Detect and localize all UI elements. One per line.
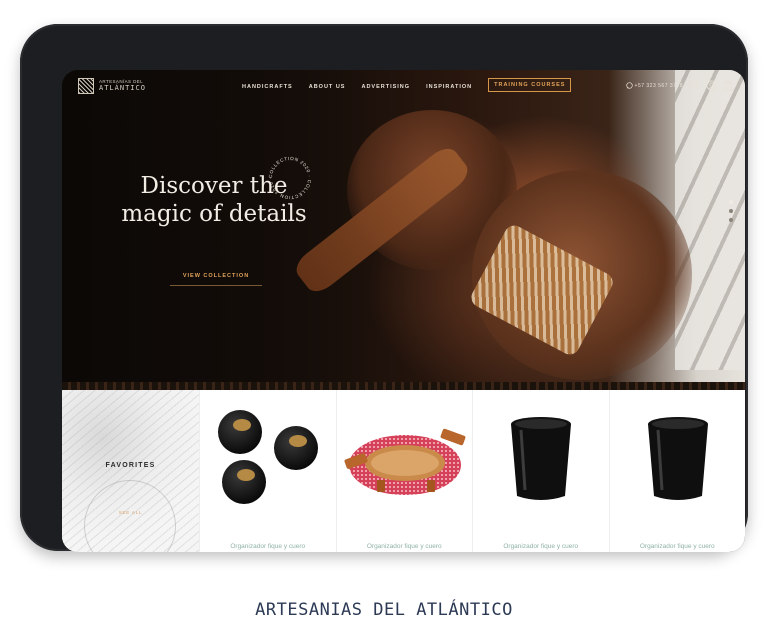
product-card-2[interactable]: Organizador fique y cuero	[335, 390, 473, 552]
whatsapp-contact[interactable]: +57 323 567 3718	[625, 82, 683, 89]
logo-text: ARTESANÍAS DEL ATLÁNTICO	[99, 79, 146, 93]
hero-banner: ARTESANÍAS DEL ATLÁNTICO HANDICRAFTS ABO…	[62, 70, 745, 390]
hero-cloth-background	[675, 70, 745, 370]
see-all-link[interactable]: SEE ALL	[62, 510, 199, 515]
logo-line-2: ATLÁNTICO	[99, 84, 146, 93]
favorites-card[interactable]: FAVORITES SEE ALL	[62, 390, 199, 552]
product-image-black-spheres	[218, 410, 318, 504]
website-screen: ARTESANÍAS DEL ATLÁNTICO HANDICRAFTS ABO…	[62, 70, 745, 552]
collection-badge-text: COLLECTION 2020 · COLLECTION 2020 ·	[268, 156, 311, 200]
user-icon[interactable]	[706, 80, 717, 91]
brand-logo[interactable]: ARTESANÍAS DEL ATLÁNTICO	[78, 78, 146, 94]
slider-dot-2[interactable]	[729, 209, 733, 213]
product-card-3[interactable]: Organizador fique y cuero	[472, 390, 609, 552]
tablet-frame: ARTESANÍAS DEL ATLÁNTICO HANDICRAFTS ABO…	[20, 24, 748, 552]
menu-item-handicrafts[interactable]: HANDICRAFTS	[242, 84, 293, 90]
nav-utilities: +57 323 567 3718	[625, 80, 733, 91]
top-navigation: ARTESANÍAS DEL ATLÁNTICO HANDICRAFTS ABO…	[62, 70, 745, 106]
logo-mark-icon	[78, 78, 94, 94]
product-name: Organizador fique y cuero	[230, 543, 306, 550]
view-collection-button[interactable]: VIEW COLLECTION	[170, 270, 262, 286]
product-name: Organizador fique y cuero	[366, 543, 442, 550]
menu-item-advertising[interactable]: ADVERTISING	[361, 84, 410, 90]
slider-dots	[729, 200, 733, 222]
product-name: Organizador fique y cuero	[639, 543, 715, 550]
hero-pattern-strip	[62, 382, 745, 390]
page-caption: ARTESANIAS DEL ATLÁNTICO	[255, 600, 513, 620]
menu-item-about-us[interactable]: ABOUT US	[309, 84, 346, 90]
product-card-1[interactable]: Organizador fique y cuero	[199, 390, 336, 552]
whatsapp-icon	[625, 82, 633, 89]
phone-number: +57 323 567 3718	[634, 82, 683, 89]
main-menu: HANDICRAFTS ABOUT US ADVERTISING INSPIRA…	[242, 78, 572, 92]
favorites-section: FAVORITES SEE ALL Organizador fique y cu…	[62, 390, 745, 552]
slider-dot-1[interactable]	[729, 200, 733, 204]
product-image-black-cup	[647, 417, 708, 500]
collection-badge: COLLECTION 2020 · COLLECTION 2020 ·	[268, 156, 312, 200]
bag-icon[interactable]	[723, 80, 733, 91]
menu-item-inspiration[interactable]: INSPIRATION	[426, 84, 472, 90]
product-name: Organizador fique y cuero	[503, 543, 579, 550]
product-card-4[interactable]: Organizador fique y cuero	[608, 390, 746, 552]
svg-text:COLLECTION 2020 · COLLECTION 2: COLLECTION 2020 · COLLECTION 2020 ·	[268, 156, 312, 200]
training-courses-button[interactable]: TRAINING COURSES	[488, 78, 572, 92]
favorites-title: FAVORITES	[105, 462, 156, 469]
product-image-woven-basket	[344, 428, 465, 495]
product-image-black-cup	[511, 417, 571, 500]
search-icon[interactable]	[689, 80, 700, 91]
slider-dot-3[interactable]	[729, 218, 733, 222]
hero-title-line-2: magic of details	[121, 201, 307, 227]
